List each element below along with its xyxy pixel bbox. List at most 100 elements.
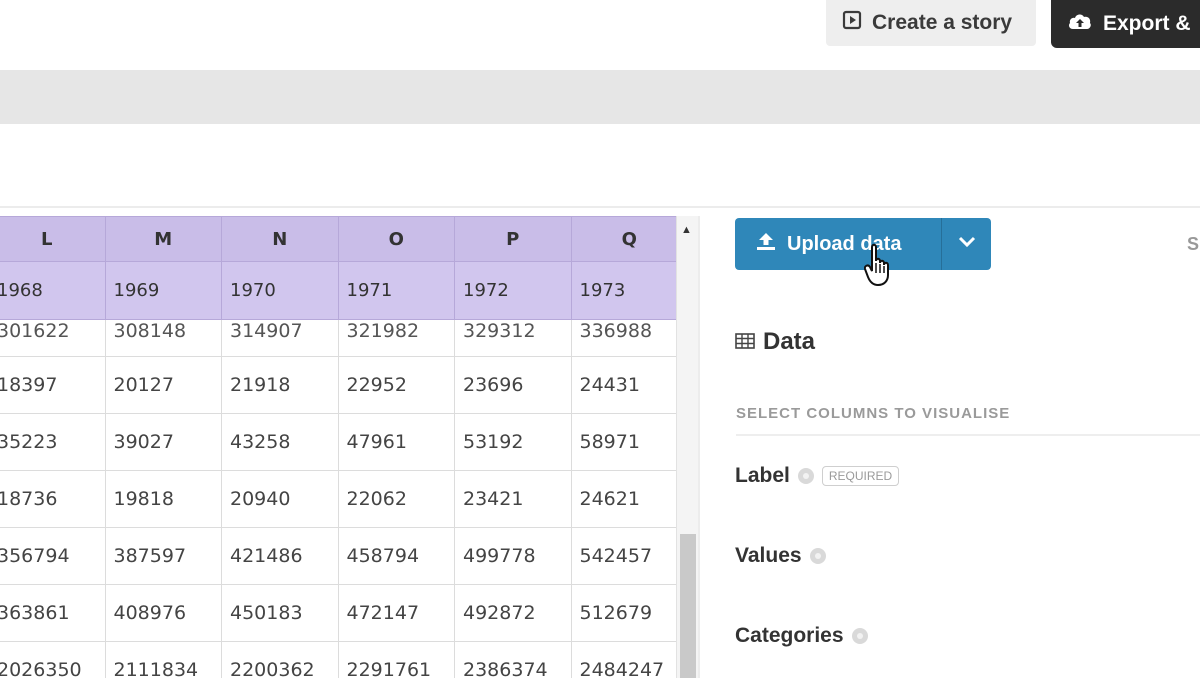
table-cell[interactable]: 20127 xyxy=(104,356,222,414)
chevron-down-icon xyxy=(958,235,976,253)
vertical-scrollbar[interactable]: ▲ xyxy=(676,216,699,678)
scroll-up-arrow-icon[interactable]: ▲ xyxy=(681,224,692,236)
table-cell[interactable]: 408976 xyxy=(104,584,222,642)
play-square-icon xyxy=(842,10,862,36)
label-field[interactable]: Label REQUIRED xyxy=(735,464,900,488)
table-cell[interactable]: 301622 xyxy=(0,319,106,357)
table-row: 35223 39027 43258 47961 53192 58971 xyxy=(0,413,688,471)
table-cell[interactable]: 458794 xyxy=(337,527,455,585)
table-cell[interactable]: 1972 xyxy=(454,261,572,320)
table-cell[interactable]: 43258 xyxy=(221,413,339,471)
table-cell[interactable]: 53192 xyxy=(454,413,572,471)
info-icon[interactable] xyxy=(809,548,826,564)
upload-icon xyxy=(755,231,777,257)
table-cell[interactable]: 308148 xyxy=(104,319,222,357)
table-cell[interactable]: 1970 xyxy=(221,261,339,320)
categories-field-label: Categories xyxy=(735,624,844,647)
table-cell[interactable]: 1968 xyxy=(0,261,106,320)
panel-tab-label[interactable]: S xyxy=(1187,234,1199,255)
table-cell[interactable]: 47961 xyxy=(337,413,455,471)
column-header[interactable]: N xyxy=(221,216,339,262)
table-cell[interactable]: 363861 xyxy=(0,584,106,642)
table-cell[interactable]: 2200362 xyxy=(221,641,339,678)
column-header[interactable]: M xyxy=(104,216,222,262)
table-cell[interactable]: 492872 xyxy=(454,584,572,642)
header-row: 1968 1969 1970 1971 1972 1973 xyxy=(0,261,688,320)
column-header[interactable]: L xyxy=(0,216,106,262)
table-cell[interactable]: 19818 xyxy=(104,470,222,528)
table-cell[interactable]: 23421 xyxy=(454,470,572,528)
table-row: 18397 20127 21918 22952 23696 24431 xyxy=(0,356,688,414)
table-cell[interactable]: 2026350 xyxy=(0,641,106,678)
table-row: 2026350 2111834 2200362 2291761 2386374 … xyxy=(0,641,688,678)
table-row: 356794 387597 421486 458794 499778 54245… xyxy=(0,527,688,585)
table-cell[interactable]: 24431 xyxy=(570,356,688,414)
table-cell[interactable]: 24621 xyxy=(570,470,688,528)
table-cell[interactable]: 39027 xyxy=(104,413,222,471)
upload-button-group: Upload data xyxy=(735,218,991,270)
table-row: 301622 308148 314907 321982 329312 33698… xyxy=(0,319,688,357)
column-header-row: L M N O P Q xyxy=(0,216,688,262)
table-cell[interactable]: 21918 xyxy=(221,356,339,414)
info-icon[interactable] xyxy=(851,628,868,644)
create-story-label: Create a story xyxy=(872,11,1013,34)
info-icon[interactable] xyxy=(797,468,814,484)
column-header[interactable]: O xyxy=(337,216,455,262)
table-cell[interactable]: 314907 xyxy=(221,319,339,357)
section-divider xyxy=(736,434,1200,436)
values-field-label: Values xyxy=(735,544,802,567)
column-header[interactable]: P xyxy=(454,216,572,262)
export-button[interactable]: Export & xyxy=(1051,0,1200,48)
table-cell[interactable]: 2291761 xyxy=(337,641,455,678)
values-field[interactable]: Values xyxy=(735,544,826,568)
table-cell[interactable]: 450183 xyxy=(221,584,339,642)
table-cell[interactable]: 356794 xyxy=(0,527,106,585)
table-icon xyxy=(735,328,755,356)
table-cell[interactable]: 1973 xyxy=(570,261,688,320)
table-cell[interactable]: 2386374 xyxy=(454,641,572,678)
upload-data-button[interactable]: Upload data xyxy=(735,218,941,270)
table-row: 18736 19818 20940 22062 23421 24621 xyxy=(0,470,688,528)
data-heading-label: Data xyxy=(763,328,816,355)
select-columns-label: SELECT COLUMNS TO VISUALISE xyxy=(736,405,1011,422)
categories-field[interactable]: Categories xyxy=(735,624,868,648)
table-cell[interactable]: 329312 xyxy=(454,319,572,357)
panel-divider xyxy=(698,216,700,678)
table-cell[interactable]: 499778 xyxy=(454,527,572,585)
create-story-button[interactable]: Create a story xyxy=(826,0,1036,46)
table-cell[interactable]: 1971 xyxy=(337,261,455,320)
data-grid: L M N O P Q 1968 1969 1970 1971 1972 197… xyxy=(0,216,688,678)
table-cell[interactable]: 1969 xyxy=(104,261,222,320)
table-cell[interactable]: 421486 xyxy=(221,527,339,585)
table-cell[interactable]: 2111834 xyxy=(104,641,222,678)
table-cell[interactable]: 2484247 xyxy=(570,641,688,678)
toolbar-band xyxy=(0,70,1200,124)
required-badge: REQUIRED xyxy=(821,466,900,486)
table-cell[interactable]: 512679 xyxy=(570,584,688,642)
table-cell[interactable]: 336988 xyxy=(570,319,688,357)
table-cell[interactable]: 542457 xyxy=(570,527,688,585)
scrollbar-thumb[interactable] xyxy=(680,534,696,678)
table-cell[interactable]: 472147 xyxy=(337,584,455,642)
data-spreadsheet[interactable]: L M N O P Q 1968 1969 1970 1971 1972 197… xyxy=(0,216,700,678)
table-cell[interactable]: 23696 xyxy=(454,356,572,414)
table-cell[interactable]: 35223 xyxy=(0,413,106,471)
table-cell[interactable]: 18397 xyxy=(0,356,106,414)
cloud-upload-icon xyxy=(1067,11,1093,37)
hand-pointer-cursor-icon xyxy=(863,243,894,292)
table-cell[interactable]: 18736 xyxy=(0,470,106,528)
label-field-label: Label xyxy=(735,464,790,487)
upload-options-dropdown[interactable] xyxy=(941,218,991,270)
table-row: 363861 408976 450183 472147 492872 51267… xyxy=(0,584,688,642)
data-heading: Data xyxy=(735,328,815,356)
table-cell[interactable]: 22062 xyxy=(337,470,455,528)
table-cell[interactable]: 387597 xyxy=(104,527,222,585)
table-cell[interactable]: 22952 xyxy=(337,356,455,414)
top-toolbar: Create a story Export & xyxy=(0,0,1200,70)
table-cell[interactable]: 20940 xyxy=(221,470,339,528)
export-label: Export & xyxy=(1103,12,1191,35)
steps-band xyxy=(0,124,1200,208)
table-cell[interactable]: 58971 xyxy=(570,413,688,471)
table-cell[interactable]: 321982 xyxy=(337,319,455,357)
column-header[interactable]: Q xyxy=(570,216,688,262)
